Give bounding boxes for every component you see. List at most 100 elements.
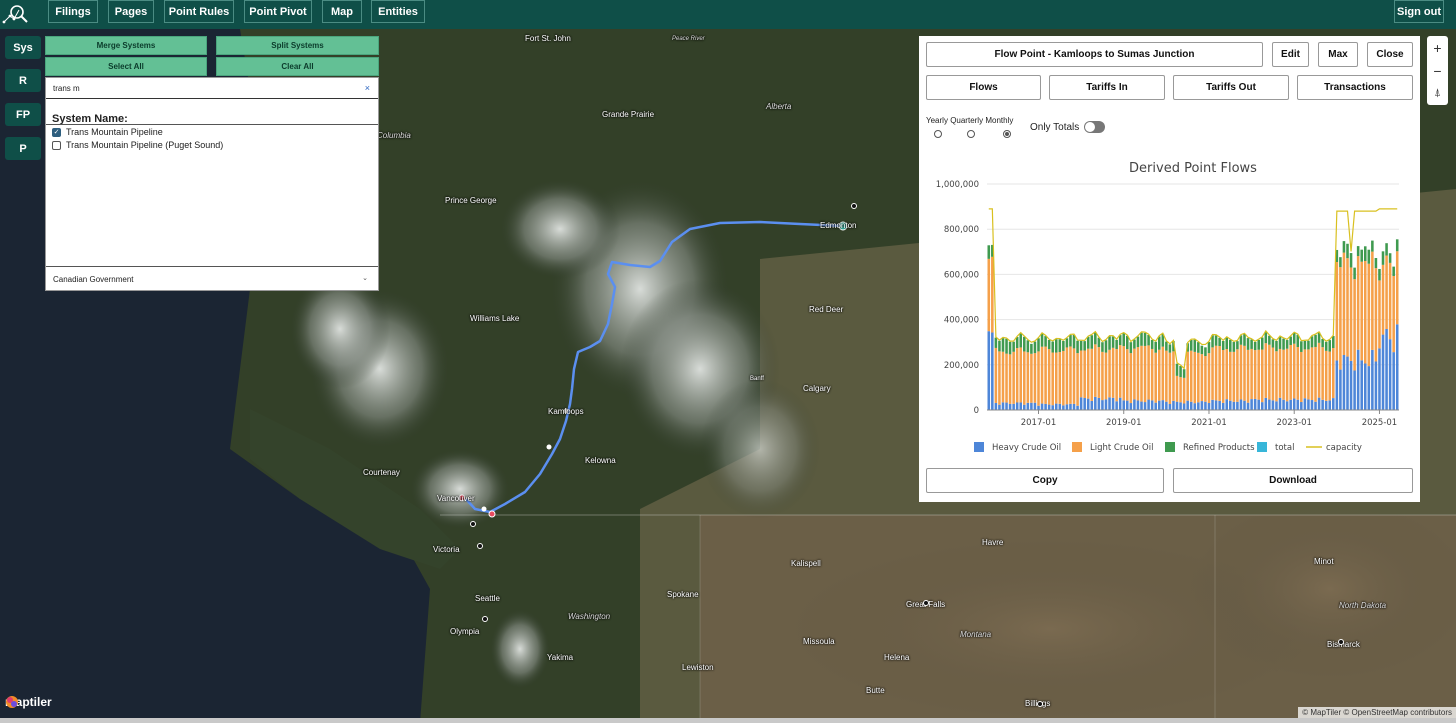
map-pin[interactable] (851, 203, 857, 209)
system-search-input[interactable]: trans m (46, 78, 378, 99)
clear-all-button[interactable]: Clear All (216, 57, 379, 76)
bar-light-crude (1321, 347, 1324, 400)
nav-map[interactable]: Map (322, 0, 362, 23)
bar-light-crude (1179, 377, 1182, 403)
bar-refined-products (1083, 341, 1086, 351)
bar-heavy-crude (1243, 400, 1246, 410)
bar-refined-products (1229, 339, 1232, 352)
bar-heavy-crude (1193, 403, 1197, 410)
bar-refined-products (1282, 338, 1285, 350)
bar-light-crude (1236, 349, 1239, 402)
bar-refined-products (1221, 340, 1225, 351)
bar-refined-products (1356, 246, 1360, 257)
zoom-out-icon[interactable]: − (1427, 59, 1448, 82)
side-button-r[interactable]: R (5, 69, 41, 92)
close-button[interactable]: Close (1367, 42, 1413, 67)
side-button-p[interactable]: P (5, 137, 41, 160)
bar-refined-products (1388, 253, 1392, 263)
tab-tariffs-in[interactable]: Tariffs In (1049, 75, 1165, 100)
bar-refined-products (998, 340, 1001, 352)
radio-yearly[interactable] (934, 130, 942, 138)
bar-heavy-crude (1282, 399, 1285, 410)
download-button[interactable]: Download (1173, 468, 1413, 493)
bar-refined-products (1058, 339, 1062, 353)
max-button[interactable]: Max (1318, 42, 1358, 67)
bar-heavy-crude (1097, 397, 1101, 410)
bar-heavy-crude (1140, 401, 1143, 410)
bar-refined-products (987, 245, 991, 259)
bar-heavy-crude (1058, 403, 1062, 410)
select-all-button[interactable]: Select All (45, 57, 207, 76)
checkbox-checked-icon[interactable]: ✓ (52, 127, 61, 137)
city-label: Courtenay (363, 468, 400, 477)
nav-entities[interactable]: Entities (371, 0, 425, 23)
bar-light-crude (1108, 349, 1111, 398)
bar-light-crude (1147, 345, 1150, 400)
bar-heavy-crude (1321, 399, 1324, 410)
bar-heavy-crude (1342, 355, 1346, 410)
copy-button[interactable]: Copy (926, 468, 1164, 493)
nav-point-rules[interactable]: Point Rules (164, 0, 234, 23)
bar-refined-products (1037, 338, 1040, 352)
bar-refined-products (1324, 341, 1328, 351)
bar-refined-products (1278, 336, 1282, 349)
side-button-flow-points[interactable]: FP (5, 103, 41, 126)
nav-pages[interactable]: Pages (108, 0, 154, 23)
map-pin[interactable] (1338, 639, 1344, 645)
bar-light-crude (1339, 267, 1342, 370)
tab-transactions[interactable]: Transactions (1297, 75, 1413, 100)
bar-light-crude (1090, 348, 1094, 401)
map-attribution[interactable]: © MapTiler © OpenStreetMap contributors (1298, 707, 1456, 718)
operator-select-value: Canadian Government (53, 275, 134, 284)
operator-select[interactable]: Canadian Government ⌄ (46, 266, 378, 291)
bar-light-crude (1136, 347, 1140, 401)
bar-light-crude (1069, 346, 1072, 404)
side-button-systems[interactable]: Sys (5, 36, 41, 59)
zoom-in-icon[interactable]: + (1427, 36, 1448, 59)
bar-refined-products (1154, 341, 1157, 353)
map-pin[interactable] (470, 521, 476, 527)
merge-systems-button[interactable]: Merge Systems (45, 36, 207, 55)
tab-flows[interactable]: Flows (926, 75, 1041, 100)
bar-heavy-crude (1008, 403, 1012, 410)
nav-point-pivot[interactable]: Point Pivot (244, 0, 312, 23)
edit-button[interactable]: Edit (1272, 42, 1309, 67)
bar-light-crude (1083, 350, 1086, 398)
map-pin[interactable] (482, 616, 488, 622)
nav-filings[interactable]: Filings (48, 0, 98, 23)
system-option[interactable]: Trans Mountain Pipeline (Puget Sound) (52, 140, 223, 150)
map-pin[interactable] (477, 543, 483, 549)
bar-heavy-crude (994, 402, 998, 410)
only-totals-toggle[interactable] (1084, 121, 1105, 133)
map-pin[interactable] (923, 600, 929, 606)
bar-light-crude (1037, 351, 1040, 406)
bar-heavy-crude (1395, 324, 1399, 410)
app-logo-icon[interactable] (2, 2, 30, 26)
bar-refined-products (1332, 336, 1335, 349)
clear-search-icon[interactable]: × (365, 83, 370, 93)
radio-monthly[interactable] (1003, 130, 1011, 138)
bar-refined-products (1101, 342, 1104, 352)
checkbox-unchecked-icon[interactable] (52, 140, 61, 150)
compass-icon[interactable]: ⍋ (1427, 82, 1448, 105)
bar-heavy-crude (1239, 399, 1243, 410)
sign-out-button[interactable]: Sign out (1394, 0, 1444, 23)
bar-light-crude (1175, 375, 1179, 402)
bar-heavy-crude (1154, 402, 1157, 410)
system-option[interactable]: ✓ Trans Mountain Pipeline (52, 127, 163, 137)
bar-light-crude (1285, 348, 1289, 402)
map-pin[interactable] (1037, 701, 1043, 707)
bar-refined-products (1104, 340, 1108, 353)
bar-refined-products (1204, 347, 1207, 357)
tab-tariffs-out[interactable]: Tariffs Out (1173, 75, 1289, 100)
bar-heavy-crude (1133, 399, 1136, 410)
bar-heavy-crude (1122, 400, 1126, 410)
bar-refined-products (1314, 334, 1317, 347)
divider (46, 124, 378, 125)
split-systems-button[interactable]: Split Systems (216, 36, 379, 55)
bar-heavy-crude (1374, 361, 1378, 410)
radio-quarterly[interactable] (967, 130, 975, 138)
bar-refined-products (1047, 340, 1051, 350)
bar-refined-products (1200, 345, 1204, 355)
city-label: Yakima (547, 653, 574, 662)
